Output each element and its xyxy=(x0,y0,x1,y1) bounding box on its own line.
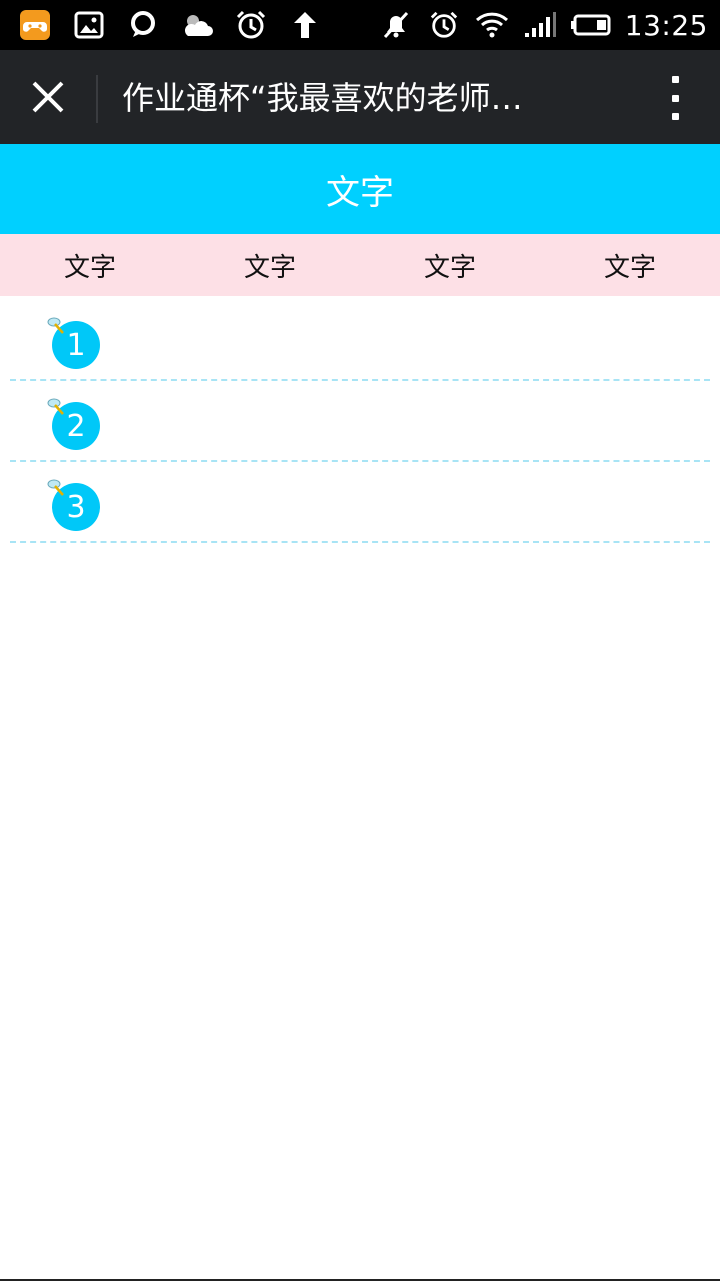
alarm-icon xyxy=(427,8,461,42)
page-title: 作业通杯“我最喜欢的老师… xyxy=(122,79,523,117)
more-dot xyxy=(671,113,679,120)
alarm-icon xyxy=(234,8,268,42)
more-dot xyxy=(671,76,679,83)
titlebar-divider xyxy=(96,75,98,123)
tab-bar: 文字 文字 文字 文字 xyxy=(0,234,720,296)
tab-2[interactable]: 文字 xyxy=(180,234,360,296)
pin-icon xyxy=(47,317,64,334)
tab-4[interactable]: 文字 xyxy=(540,234,720,296)
weather-icon xyxy=(180,8,214,42)
signal-icon xyxy=(523,8,557,42)
status-bar: 13:25 xyxy=(0,0,720,50)
wifi-icon xyxy=(475,8,509,42)
ranked-list: 1 2 3 xyxy=(10,300,710,543)
status-left-icons xyxy=(18,8,322,42)
more-menu-button[interactable] xyxy=(660,72,690,124)
battery-icon xyxy=(570,8,611,42)
tab-3[interactable]: 文字 xyxy=(360,234,540,296)
header-title: 文字 xyxy=(326,172,394,213)
list-item[interactable]: 2 xyxy=(10,381,710,462)
status-time: 13:25 xyxy=(624,8,708,42)
pin-icon xyxy=(47,398,64,415)
more-dot xyxy=(671,94,679,102)
list-item[interactable]: 1 xyxy=(10,300,710,381)
close-icon xyxy=(32,81,64,113)
close-button[interactable] xyxy=(18,67,78,127)
mute-icon xyxy=(379,8,413,42)
status-right-icons: 13:25 xyxy=(379,8,708,42)
gallery-icon xyxy=(72,8,106,42)
upload-arrow-icon xyxy=(288,8,322,42)
list-item[interactable]: 3 xyxy=(10,462,710,543)
chat-icon xyxy=(126,8,160,42)
app-titlebar: 作业通杯“我最喜欢的老师… xyxy=(0,50,720,144)
game-app-icon xyxy=(18,8,52,42)
tab-1[interactable]: 文字 xyxy=(0,234,180,296)
pin-icon xyxy=(47,479,64,496)
header-banner: 文字 xyxy=(0,144,720,234)
